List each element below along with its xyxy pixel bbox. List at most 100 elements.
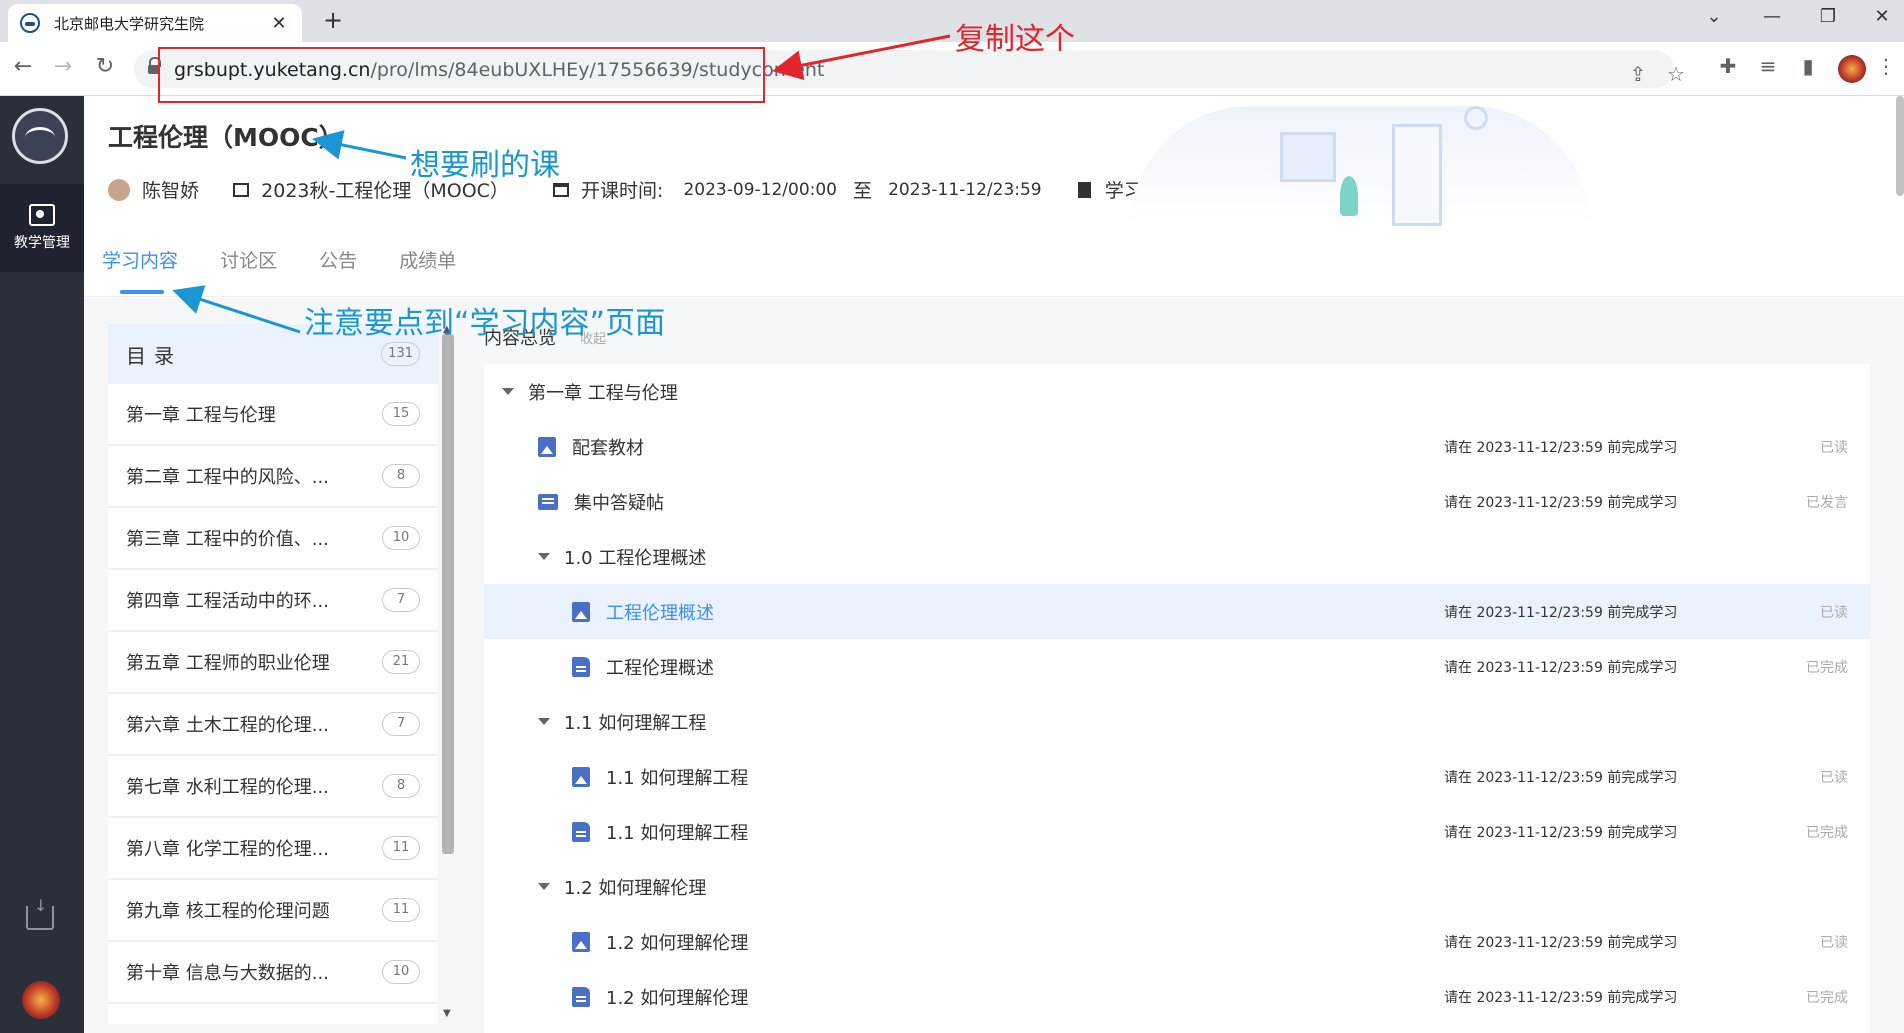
due-text: 请在 2023-11-12/23:59 前完成学习: [1444, 659, 1678, 676]
catalog-item[interactable]: 第十章 信息与大数据的... 10: [108, 942, 438, 1004]
image-file-icon: [538, 436, 556, 457]
catalog-item-count: 8: [382, 464, 420, 488]
site-favicon-icon: [20, 13, 40, 33]
close-window-button[interactable]: ✕: [1862, 6, 1902, 27]
catalog-item-label: 第十章 信息与大数据的...: [126, 963, 329, 984]
catalog-item-label: 第一章 工程与伦理: [126, 405, 276, 426]
catalog-item-count: 10: [382, 960, 420, 984]
catalog-item-count: 7: [382, 588, 420, 612]
catalog-item[interactable]: 第三章 工程中的价值、... 10: [108, 508, 438, 570]
catalog-item-count: 15: [382, 402, 420, 426]
tab-discussion[interactable]: 讨论区: [220, 246, 277, 273]
row-label: 1.1 如何理解工程: [606, 767, 749, 789]
catalog-title: 目录: [126, 343, 182, 368]
due-text: 请在 2023-11-12/23:59 前完成学习: [1444, 989, 1678, 1006]
tab-grades[interactable]: 成绩单: [399, 246, 456, 273]
content-item-row[interactable]: 工程伦理概述 请在 2023-11-12/23:59 前完成学习 已完成: [484, 639, 1870, 694]
home-icon: [233, 182, 250, 197]
forward-button[interactable]: →: [48, 54, 78, 79]
expand-caret-icon[interactable]: [502, 388, 514, 395]
catalog-item[interactable]: 第二章 工程中的风险、... 8: [108, 446, 438, 508]
browser-tab[interactable]: 北京邮电大学研究生院 ✕: [8, 4, 302, 42]
teacher-name: 陈智娇: [142, 180, 200, 202]
active-tab-indicator: [120, 290, 164, 294]
row-label: 第一章 工程与伦理: [528, 382, 678, 404]
extensions-icon[interactable]: ✚: [1714, 54, 1742, 78]
document-icon: [572, 986, 590, 1007]
side-panel-icon[interactable]: ▮: [1794, 54, 1822, 78]
restore-button[interactable]: ❐: [1808, 6, 1848, 27]
profile-avatar[interactable]: [1838, 55, 1866, 83]
document-icon: [1077, 181, 1091, 198]
share-icon[interactable]: ⇪: [1624, 62, 1652, 86]
document-icon: [572, 821, 590, 842]
content-item-row[interactable]: 工程伦理概述 请在 2023-11-12/23:59 前完成学习 已读: [484, 584, 1870, 639]
catalog-item-count: 21: [382, 650, 420, 674]
university-logo[interactable]: [12, 108, 68, 164]
row-label: 配套教材: [572, 437, 644, 459]
back-button[interactable]: ←: [8, 54, 38, 79]
content-item-row[interactable]: 1.2 如何理解伦理 请在 2023-11-12/23:59 前完成学习 已读: [484, 914, 1870, 969]
catalog-count-badge: 131: [381, 342, 420, 366]
content-item-row[interactable]: 1.2 如何理解伦理 请在 2023-11-12/23:59 前完成学习 已完成: [484, 969, 1870, 1024]
row-label: 1.2 如何理解伦理: [606, 932, 749, 954]
catalog-item[interactable]: 第一章 工程与伦理 15: [108, 384, 438, 446]
content-item-row[interactable]: 1.1 如何理解工程 请在 2023-11-12/23:59 前完成学习 已完成: [484, 804, 1870, 859]
annotation-course: 想要刷的课: [410, 148, 560, 183]
calendar-icon: [552, 182, 569, 197]
expand-caret-icon[interactable]: [538, 553, 550, 560]
star-icon[interactable]: ☆: [1662, 62, 1690, 86]
page-scrollbar[interactable]: [1896, 96, 1904, 196]
scroll-down-icon[interactable]: ▼: [443, 1008, 451, 1019]
content-item-row[interactable]: 配套教材 请在 2023-11-12/23:59 前完成学习 已读: [484, 419, 1870, 474]
course-tabs: 学习内容 讨论区 公告 成绩单: [102, 246, 492, 306]
course-meta: 陈智娇 2023秋-工程伦理（MOOC） 开课时间: 2023-09-12/00…: [108, 176, 1200, 203]
status-badge: 已发言: [1806, 494, 1848, 511]
catalog-item[interactable]: 第七章 水利工程的伦理... 8: [108, 756, 438, 818]
catalog-scrollbar[interactable]: ▲ ▼: [440, 324, 456, 1024]
status-badge: 已读: [1820, 439, 1848, 456]
time-start: 2023-09-12/00:00: [683, 179, 837, 200]
catalog-item-label: 第六章 土木工程的伦理...: [126, 715, 329, 736]
tab-close-button[interactable]: ✕: [268, 13, 290, 34]
teacher-avatar: [108, 178, 130, 201]
tabs-divider: [84, 296, 1904, 297]
document-icon: [572, 656, 590, 677]
row-label: 1.1 如何理解工程: [564, 712, 707, 734]
expand-caret-icon[interactable]: [538, 718, 550, 725]
catalog-item[interactable]: 第四章 工程活动中的环... 7: [108, 570, 438, 632]
due-text: 请在 2023-11-12/23:59 前完成学习: [1444, 934, 1678, 951]
rail-item-teaching[interactable]: 教学管理: [0, 184, 84, 272]
catalog-item[interactable]: 第九章 核工程的伦理问题 11: [108, 880, 438, 942]
reading-list-icon[interactable]: ≡: [1754, 54, 1782, 78]
content-item-row[interactable]: 集中答疑帖 请在 2023-11-12/23:59 前完成学习 已发言: [484, 474, 1870, 529]
scroll-thumb[interactable]: [442, 334, 454, 854]
catalog-item[interactable]: 第五章 工程师的职业伦理 21: [108, 632, 438, 694]
chapter-row[interactable]: 第一章 工程与伦理: [484, 364, 1870, 419]
course-title: 工程伦理（MOOC）: [108, 123, 344, 152]
due-text: 请在 2023-11-12/23:59 前完成学习: [1444, 824, 1678, 841]
discussion-icon: [538, 493, 558, 510]
url-highlight-box: [158, 47, 765, 103]
content-item-row[interactable]: 1.1 如何理解工程 请在 2023-11-12/23:59 前完成学习 已读: [484, 749, 1870, 804]
section-row[interactable]: 1.0 工程伦理概述: [484, 529, 1870, 584]
row-label: 1.2 如何理解伦理: [564, 877, 707, 899]
download-icon[interactable]: [26, 896, 54, 930]
catalog-item[interactable]: 第八章 化学工程的伦理... 11: [108, 818, 438, 880]
catalog-item-label: 第五章 工程师的职业伦理: [126, 653, 330, 674]
catalog-item[interactable]: 第六章 土木工程的伦理... 7: [108, 694, 438, 756]
section-row[interactable]: 1.2 如何理解伦理: [484, 859, 1870, 914]
section-row[interactable]: 1.1 如何理解工程: [484, 694, 1870, 749]
new-tab-button[interactable]: +: [318, 6, 348, 34]
reload-button[interactable]: ↻: [90, 54, 120, 79]
left-rail: 教学管理: [0, 96, 84, 1033]
tab-study-content[interactable]: 学习内容: [102, 246, 178, 273]
menu-icon[interactable]: ⋮: [1872, 54, 1900, 78]
tab-search-button[interactable]: ⌄: [1694, 6, 1734, 27]
user-avatar[interactable]: [22, 981, 60, 1019]
catalog-item-count: 8: [382, 774, 420, 798]
minimize-button[interactable]: —: [1752, 6, 1792, 27]
tab-announcement[interactable]: 公告: [319, 246, 357, 273]
expand-caret-icon[interactable]: [538, 883, 550, 890]
catalog-item-label: 第四章 工程活动中的环...: [126, 591, 329, 612]
